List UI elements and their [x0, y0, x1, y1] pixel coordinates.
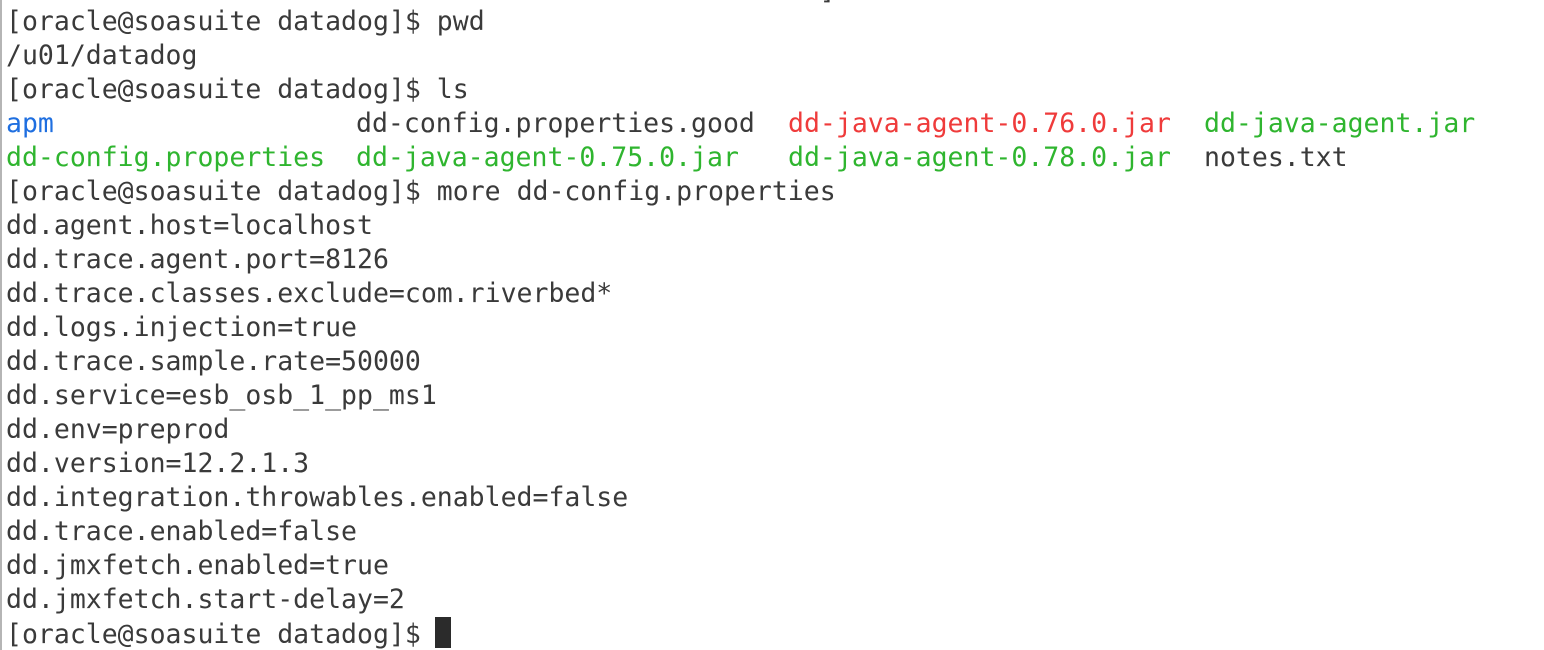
shell-prompt: [oracle@soasuite datadog]$ — [6, 6, 421, 37]
property-line: dd.version=12.2.1.3 — [6, 448, 310, 479]
command-line-ls: [oracle@soasuite datadog]$ ls — [6, 73, 836, 107]
ls-entry-file: dd-java-agent-0.75.0.jar — [356, 142, 739, 173]
property-line: dd.trace.classes.exclude=com.riverbed* — [6, 278, 613, 309]
window-left-border — [0, 0, 2, 650]
output-line-pwd: /u01/datadog — [6, 40, 198, 71]
terminal-window[interactable]: ] [oracle@soasuite datadog]$ pwd /u01/da… — [0, 0, 1544, 650]
property-line: dd.trace.sample.rate=50000 — [6, 346, 421, 377]
property-line: dd.agent.host=localhost — [6, 210, 373, 241]
property-line: dd.logs.injection=true — [6, 312, 357, 343]
command-text: ls — [436, 74, 469, 105]
command-line-active[interactable]: [oracle@soasuite datadog]$ — [6, 617, 836, 650]
property-line: dd.trace.enabled=false — [6, 516, 357, 547]
command-text: more dd-config.properties — [436, 176, 836, 207]
ls-entry-file: dd-config.properties — [6, 142, 326, 173]
ls-entry-file: dd-config.properties.good — [356, 108, 755, 139]
property-line: dd.jmxfetch.start-delay=2 — [6, 584, 405, 615]
property-line: dd.jmxfetch.enabled=true — [6, 550, 389, 581]
ls-entry-file: dd-java-agent-0.78.0.jar — [788, 142, 1171, 173]
ls-output-row: apm dd-config.properties.good dd-java-ag… — [6, 107, 1475, 141]
ls-entry-dir: apm — [6, 108, 54, 139]
command-line-more: [oracle@soasuite datadog]$ more dd-confi… — [6, 175, 836, 209]
property-line: dd.service=esb_osb_1_pp_ms1 — [6, 380, 437, 411]
property-line: dd.env=preprod — [6, 414, 230, 445]
shell-prompt: [oracle@soasuite datadog]$ — [6, 619, 421, 650]
shell-prompt: [oracle@soasuite datadog]$ — [6, 74, 421, 105]
property-line: dd.integration.throwables.enabled=false — [6, 482, 629, 513]
command-line-pwd: [oracle@soasuite datadog]$ pwd — [6, 5, 836, 39]
ls-output-row: dd-config.properties dd-java-agent-0.75.… — [6, 141, 1348, 175]
ls-entry-file: dd-java-agent.jar — [1204, 108, 1476, 139]
shell-prompt: [oracle@soasuite datadog]$ — [6, 176, 421, 207]
text-cursor — [434, 617, 451, 648]
terminal-output: [oracle@soasuite datadog]$ pwd /u01/data… — [6, 5, 1475, 650]
property-line: dd.trace.agent.port=8126 — [6, 244, 389, 275]
ls-entry-file: dd-java-agent-0.76.0.jar — [788, 108, 1171, 139]
command-text: pwd — [436, 6, 485, 37]
ls-entry-file: notes.txt — [1204, 142, 1348, 173]
